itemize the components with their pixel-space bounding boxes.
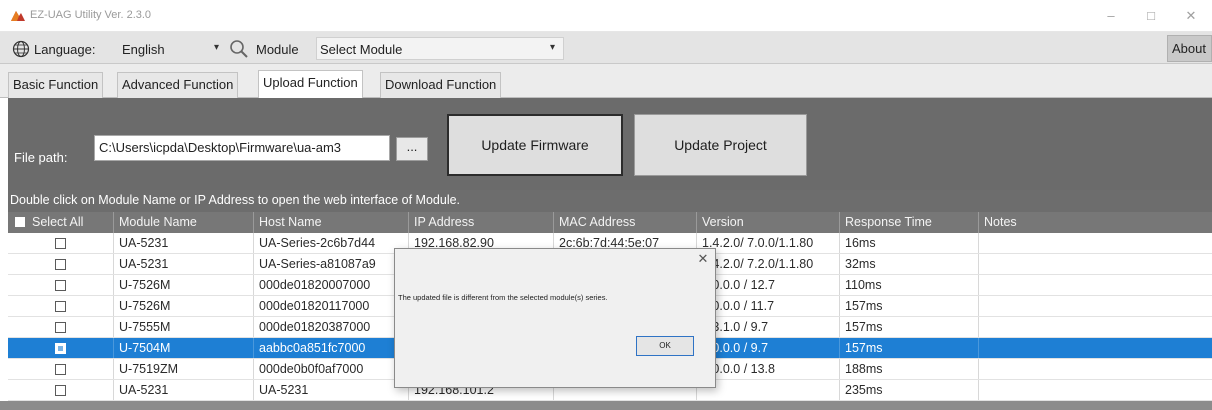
app-logo-icon bbox=[11, 11, 25, 21]
cell-version: 5.0.0.0 / 11.7 bbox=[696, 296, 839, 316]
cell-version: 5.3.1.0 / 9.7 bbox=[696, 317, 839, 337]
cell-response-time: 32ms bbox=[839, 254, 978, 274]
row-checkbox[interactable] bbox=[55, 364, 66, 375]
row-checkbox[interactable] bbox=[55, 322, 66, 333]
select-all-checkbox[interactable] bbox=[15, 217, 25, 227]
cell-notes bbox=[978, 359, 1212, 379]
cell-host-name: 000de01820387000 bbox=[253, 317, 408, 337]
cell-module-name[interactable]: U-7519ZM bbox=[113, 359, 253, 379]
cell-response-time: 110ms bbox=[839, 275, 978, 295]
cell-host-name: aabbc0a851fc7000 bbox=[253, 338, 408, 358]
module-dropdown-icon[interactable]: ▾ bbox=[550, 42, 555, 53]
cell-response-time: 16ms bbox=[839, 233, 978, 253]
header-host-name[interactable]: Host Name bbox=[253, 212, 408, 233]
update-firmware-button[interactable]: Update Firmware bbox=[447, 114, 623, 176]
row-checkbox[interactable] bbox=[55, 280, 66, 291]
dialog-close-icon[interactable]: ✕ bbox=[696, 252, 710, 266]
cell-response-time: 157ms bbox=[839, 296, 978, 316]
language-dropdown-icon[interactable]: ▾ bbox=[214, 42, 219, 53]
cell-version: 5.0.0.0 / 12.7 bbox=[696, 275, 839, 295]
window-title: EZ-UAG Utility Ver. 2.3.0 bbox=[30, 9, 152, 21]
cell-notes bbox=[978, 233, 1212, 253]
cell-module-name[interactable]: UA-5231 bbox=[113, 254, 253, 274]
tab-basic-function[interactable]: Basic Function bbox=[8, 72, 104, 98]
cell-host-name: 000de0b0f0af7000 bbox=[253, 359, 408, 379]
tab-upload-function[interactable]: Upload Function bbox=[258, 70, 363, 98]
cell-response-time: 188ms bbox=[839, 359, 978, 379]
header-select-all[interactable]: Select All bbox=[27, 212, 113, 233]
header-notes[interactable]: Notes bbox=[978, 212, 1212, 233]
header-module-name[interactable]: Module Name bbox=[113, 212, 253, 233]
close-window-button[interactable]: ✕ bbox=[1176, 6, 1206, 26]
update-project-button[interactable]: Update Project bbox=[634, 114, 807, 176]
cell-version: 1.4.2.0/ 7.0.0/1.1.80 bbox=[696, 233, 839, 253]
cell-host-name: UA-5231 bbox=[253, 380, 408, 400]
cell-notes bbox=[978, 275, 1212, 295]
minimize-button[interactable]: – bbox=[1096, 6, 1126, 26]
cell-notes bbox=[978, 296, 1212, 316]
cell-version: 5.0.0.0 / 13.8 bbox=[696, 359, 839, 379]
cell-module-name[interactable]: U-7555M bbox=[113, 317, 253, 337]
dialog-ok-button[interactable]: OK bbox=[636, 336, 694, 356]
cell-notes bbox=[978, 254, 1212, 274]
search-icon bbox=[230, 40, 248, 58]
row-checkbox[interactable] bbox=[55, 343, 66, 354]
file-path-input[interactable]: C:\Users\icpda\Desktop\Firmware\ua-am3 bbox=[94, 135, 390, 161]
header-response-time[interactable]: Response Time bbox=[839, 212, 978, 233]
module-select-value[interactable]: Select Module bbox=[320, 42, 402, 57]
browse-button[interactable]: ... bbox=[396, 137, 428, 161]
cell-module-name[interactable]: U-7504M bbox=[113, 338, 253, 358]
row-checkbox[interactable] bbox=[55, 385, 66, 396]
header-ip-address[interactable]: IP Address bbox=[408, 212, 553, 233]
row-checkbox[interactable] bbox=[55, 238, 66, 249]
cell-version: 1.4.2.0/ 7.2.0/1.1.80 bbox=[696, 254, 839, 274]
about-button[interactable]: About bbox=[1167, 35, 1212, 62]
header-mac-address[interactable]: MAC Address bbox=[553, 212, 696, 233]
info-message: Double click on Module Name or IP Addres… bbox=[8, 190, 1212, 212]
language-select[interactable]: English bbox=[122, 42, 165, 57]
cell-module-name[interactable]: UA-5231 bbox=[113, 380, 253, 400]
cell-notes bbox=[978, 338, 1212, 358]
file-path-label: File path: bbox=[14, 150, 68, 165]
cell-response-time: 157ms bbox=[839, 317, 978, 337]
cell-module-name[interactable]: U-7526M bbox=[113, 296, 253, 316]
cell-module-name[interactable]: U-7526M bbox=[113, 275, 253, 295]
cell-response-time: 235ms bbox=[839, 380, 978, 400]
title-bar bbox=[0, 0, 1212, 32]
maximize-button[interactable]: □ bbox=[1136, 6, 1166, 26]
language-label: Language: bbox=[34, 42, 96, 57]
module-label: Module bbox=[256, 42, 299, 57]
cell-host-name: UA-Series-2c6b7d44 bbox=[253, 233, 408, 253]
dialog-message: The updated file is different from the s… bbox=[398, 293, 608, 302]
cell-host-name: UA-Series-a81087a9 bbox=[253, 254, 408, 274]
cell-host-name: 000de01820007000 bbox=[253, 275, 408, 295]
row-checkbox[interactable] bbox=[55, 259, 66, 270]
status-strip bbox=[0, 401, 1212, 410]
globe-icon bbox=[12, 40, 30, 58]
cell-response-time: 157ms bbox=[839, 338, 978, 358]
cell-notes bbox=[978, 380, 1212, 400]
cell-notes bbox=[978, 317, 1212, 337]
cell-host-name: 000de01820117000 bbox=[253, 296, 408, 316]
tab-download-function[interactable]: Download Function bbox=[380, 72, 502, 98]
cell-version bbox=[696, 380, 839, 400]
header-version[interactable]: Version bbox=[696, 212, 839, 233]
row-checkbox[interactable] bbox=[55, 301, 66, 312]
cell-module-name[interactable]: UA-5231 bbox=[113, 233, 253, 253]
toolbar bbox=[0, 32, 1212, 64]
tab-advanced-function[interactable]: Advanced Function bbox=[117, 72, 239, 98]
cell-version: 5.0.0.0 / 9.7 bbox=[696, 338, 839, 358]
